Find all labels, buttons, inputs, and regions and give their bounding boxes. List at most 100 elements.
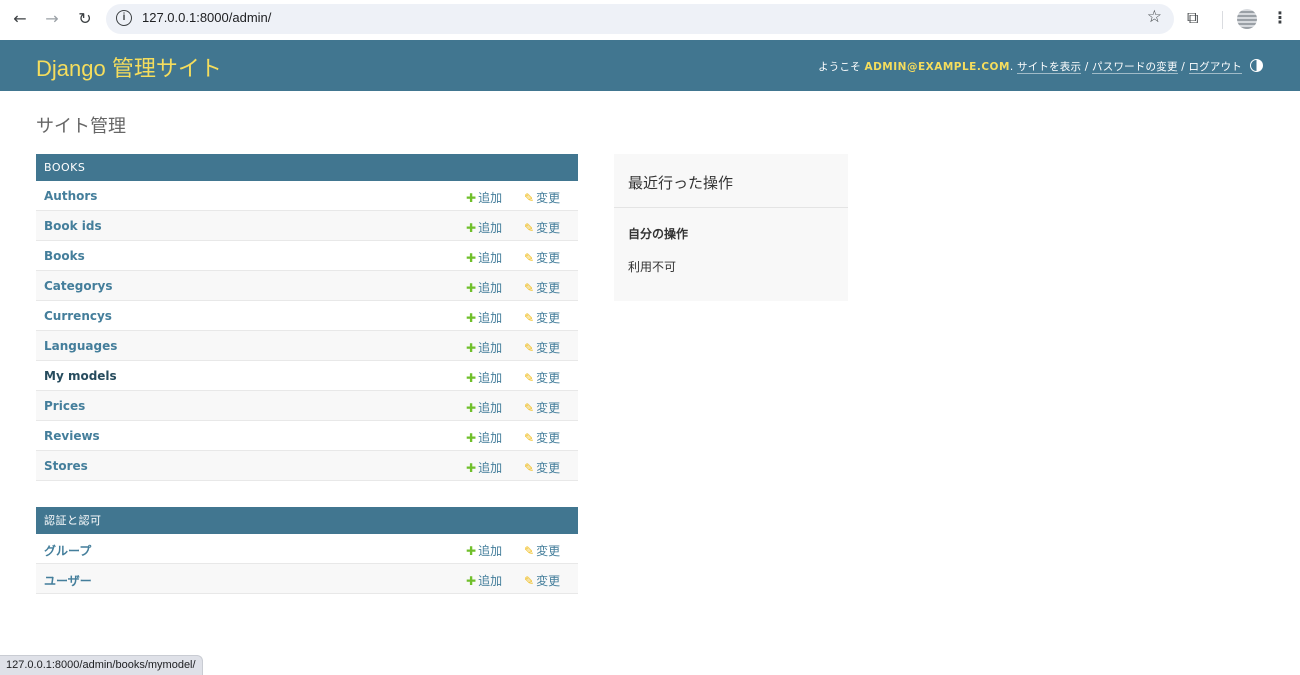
username: ADMIN@EXAMPLE.COM [864,61,1010,73]
change-link[interactable]: ✎ 変更 [524,459,560,476]
welcome-text: ようこそ [818,61,861,73]
model-link[interactable]: Authors [44,189,97,203]
extensions-puzzle-icon[interactable]: ⧉ [1187,8,1198,28]
change-label: 変更 [536,574,561,588]
model-link[interactable]: Prices [44,399,85,413]
change-link[interactable]: ✎ 変更 [524,572,560,589]
add-label: 追加 [478,251,503,265]
site-branding[interactable]: Django 管理サイト [36,51,222,83]
add-link[interactable]: ✚ 追加 [466,429,502,446]
change-label: 変更 [536,281,561,295]
plus-icon: ✚ [466,461,477,475]
model-link[interactable]: Currencys [44,309,112,323]
change-label: 変更 [536,431,561,445]
model-link[interactable]: Stores [44,459,88,473]
no-actions-text: 利用不可 [628,260,677,274]
add-label: 追加 [478,574,503,588]
change-link[interactable]: ✎ 変更 [524,399,560,416]
change-link[interactable]: ✎ 変更 [524,339,560,356]
app-caption[interactable]: BOOKS [36,154,578,181]
add-link[interactable]: ✚ 追加 [466,399,502,416]
change-link[interactable]: ✎ 変更 [524,279,560,296]
reload-icon[interactable]: ↻ [74,8,96,30]
address-url[interactable]: 127.0.0.1:8000/admin/ [142,10,271,25]
app-caption[interactable]: 認証と認可 [36,507,578,534]
plus-icon: ✚ [466,311,477,325]
model-row: Stores ✚ 追加 ✎ 変更 [36,451,578,481]
model-link[interactable]: Books [44,249,85,263]
pencil-icon: ✎ [524,311,535,325]
model-row: Categorys ✚ 追加 ✎ 変更 [36,271,578,301]
add-link[interactable]: ✚ 追加 [466,572,502,589]
change-link[interactable]: ✎ 変更 [524,189,560,206]
change-label: 変更 [536,461,561,475]
model-link[interactable]: Book ids [44,219,102,233]
plus-icon: ✚ [466,431,477,445]
model-row: Book ids ✚ 追加 ✎ 変更 [36,211,578,241]
pencil-icon: ✎ [524,251,535,265]
app-module-books: BOOKS Authors ✚ 追加 ✎ 変更 Book ids ✚ 追加 ✎ 変更 B… [36,154,578,481]
model-row: Reviews ✚ 追加 ✎ 変更 [36,421,578,451]
forward-arrow-icon[interactable]: → [41,8,63,30]
model-link[interactable]: Categorys [44,279,113,293]
plus-icon: ✚ [466,191,477,205]
change-label: 変更 [536,544,561,558]
model-row: ユーザー ✚ 追加 ✎ 変更 [36,564,578,594]
model-row: Books ✚ 追加 ✎ 変更 [36,241,578,271]
pencil-icon: ✎ [524,281,535,295]
add-link[interactable]: ✚ 追加 [466,279,502,296]
add-link[interactable]: ✚ 追加 [466,249,502,266]
change-link[interactable]: ✎ 変更 [524,429,560,446]
pencil-icon: ✎ [524,191,535,205]
page-title: サイト管理 [36,116,126,137]
add-link[interactable]: ✚ 追加 [466,459,502,476]
profile-avatar-icon[interactable] [1237,9,1257,29]
add-label: 追加 [478,221,503,235]
user-tools: ようこそ ADMIN@EXAMPLE.COM. サイトを表示 / パスワードの変… [818,61,1242,74]
add-label: 追加 [478,191,503,205]
address-bar[interactable]: i 127.0.0.1:8000/admin/ ☆ [106,4,1174,34]
change-link[interactable]: ✎ 変更 [524,542,560,559]
change-label: 変更 [536,341,561,355]
add-link[interactable]: ✚ 追加 [466,309,502,326]
bookmark-star-icon[interactable]: ☆ [1147,7,1162,27]
add-link[interactable]: ✚ 追加 [466,219,502,236]
add-link[interactable]: ✚ 追加 [466,369,502,386]
change-label: 変更 [536,311,561,325]
add-link[interactable]: ✚ 追加 [466,339,502,356]
model-link[interactable]: My models [44,369,117,383]
change-link[interactable]: ✎ 変更 [524,249,560,266]
add-label: 追加 [478,371,503,385]
model-link[interactable]: ユーザー [44,572,92,589]
plus-icon: ✚ [466,371,477,385]
change-password-link[interactable]: パスワードの変更 [1092,61,1178,74]
theme-toggle-icon[interactable] [1250,59,1263,72]
model-row: Currencys ✚ 追加 ✎ 変更 [36,301,578,331]
plus-icon: ✚ [466,401,477,415]
change-link[interactable]: ✎ 変更 [524,309,560,326]
site-info-icon[interactable]: i [116,10,132,26]
logout-link[interactable]: ログアウト [1188,61,1242,74]
plus-icon: ✚ [466,574,477,588]
back-arrow-icon[interactable]: ← [9,8,31,30]
add-label: 追加 [478,544,503,558]
recent-actions-panel: 最近行った操作 自分の操作 利用不可 [614,154,848,301]
plus-icon: ✚ [466,251,477,265]
view-site-link[interactable]: サイトを表示 [1017,61,1082,74]
plus-icon: ✚ [466,221,477,235]
change-label: 変更 [536,371,561,385]
add-link[interactable]: ✚ 追加 [466,189,502,206]
model-link[interactable]: Languages [44,339,117,353]
pencil-icon: ✎ [524,431,535,445]
browser-menu-icon[interactable]: ⋮ [1272,8,1288,27]
model-link[interactable]: Reviews [44,429,100,443]
model-row: My models ✚ 追加 ✎ 変更 [36,361,578,391]
change-link[interactable]: ✎ 変更 [524,369,560,386]
pencil-icon: ✎ [524,544,535,558]
my-actions-heading: 自分の操作 [628,227,689,241]
model-link[interactable]: グループ [44,542,91,559]
pencil-icon: ✎ [524,221,535,235]
change-link[interactable]: ✎ 変更 [524,219,560,236]
add-link[interactable]: ✚ 追加 [466,542,502,559]
add-label: 追加 [478,431,503,445]
